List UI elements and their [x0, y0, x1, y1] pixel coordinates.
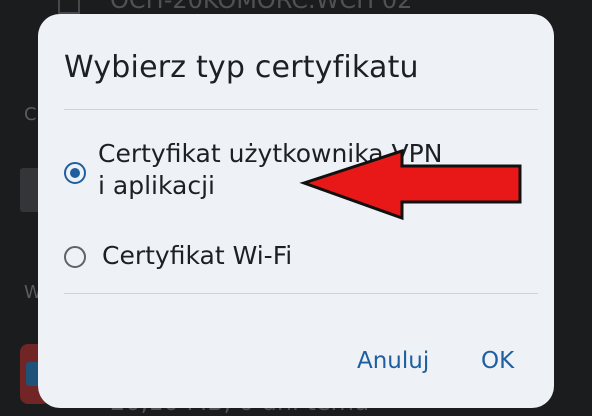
red-arrow-icon — [299, 148, 522, 221]
